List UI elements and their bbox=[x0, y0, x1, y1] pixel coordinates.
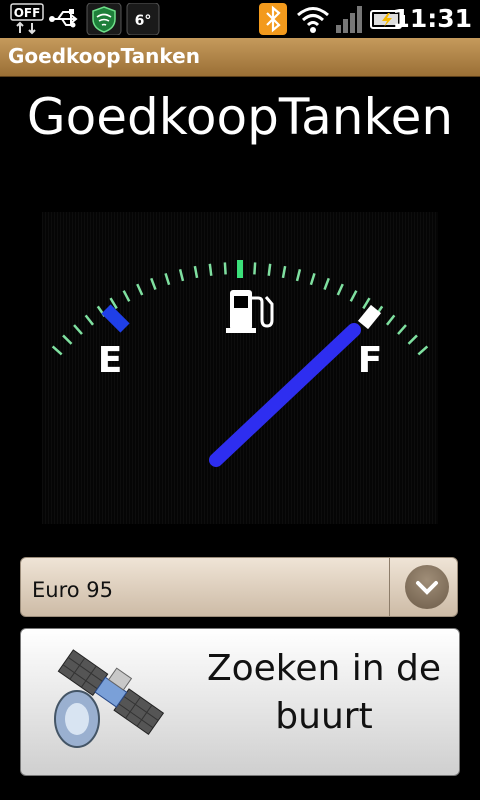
search-nearby-label-line2: buurt bbox=[275, 696, 373, 737]
gauge-empty-label: E bbox=[98, 340, 123, 381]
chevron-down-icon[interactable] bbox=[405, 565, 449, 609]
fuel-gauge: E F bbox=[42, 212, 438, 524]
title-bar: GoedkoopTanken bbox=[0, 38, 480, 77]
temperature-text: 6° bbox=[135, 13, 152, 29]
bluetooth-icon bbox=[258, 3, 288, 35]
off-toggle-icon: OFF bbox=[10, 3, 44, 35]
gauge-tick bbox=[267, 263, 272, 276]
gauge-tick bbox=[208, 263, 213, 276]
search-nearby-label-line1: Zoeken in de bbox=[206, 648, 442, 689]
fuel-type-dropdown[interactable]: Euro 95 bbox=[20, 557, 458, 617]
search-nearby-button[interactable]: Zoeken in de buurt bbox=[20, 628, 460, 776]
dropdown-divider bbox=[389, 558, 390, 616]
title-bar-text: GoedkoopTanken bbox=[8, 44, 200, 68]
gauge-full-label: F bbox=[358, 340, 383, 381]
off-badge-text: OFF bbox=[14, 6, 41, 20]
shield-icon bbox=[86, 2, 122, 36]
usb-icon bbox=[48, 3, 82, 35]
app-title: GoedkoopTanken bbox=[26, 88, 454, 146]
weather-icon: 6° bbox=[126, 2, 160, 36]
status-bar: OFF 6° 11:31 bbox=[0, 0, 480, 38]
clock: 11:31 bbox=[392, 4, 472, 33]
wifi-icon bbox=[295, 3, 331, 35]
search-nearby-label: Zoeken in de buurt bbox=[189, 645, 459, 741]
satellite-icon bbox=[29, 637, 179, 767]
fuel-type-value: Euro 95 bbox=[32, 578, 113, 602]
gauge-tick bbox=[253, 262, 257, 275]
gauge-tick bbox=[223, 262, 227, 275]
signal-icon bbox=[334, 3, 366, 35]
